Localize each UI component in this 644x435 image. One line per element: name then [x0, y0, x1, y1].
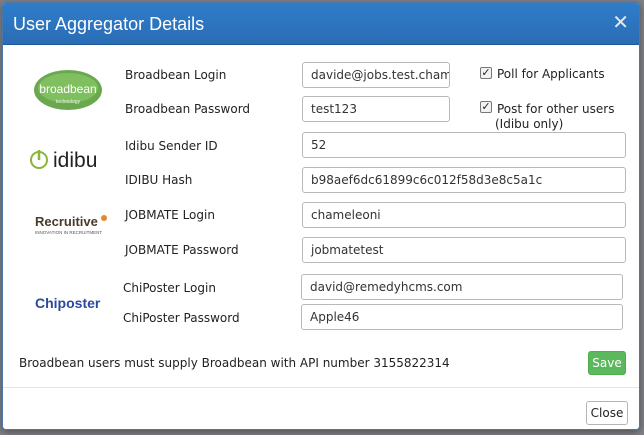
save-button[interactable]: Save [588, 351, 626, 375]
broadbean-login-label: Broadbean Login [125, 68, 227, 82]
chiposter-logo-text: Chiposter [35, 295, 101, 311]
broadbean-logo-sub: technology [56, 99, 81, 105]
recruitive-logo-sub: INNOVATION IN RECRUITMENT [35, 230, 102, 235]
idibu-sender-id-label: Idibu Sender ID [125, 139, 218, 153]
chiposter-login-label: ChiPoster Login [123, 281, 216, 295]
chiposter-password-label: ChiPoster Password [123, 311, 240, 325]
jobmate-login-label: JOBMATE Login [125, 208, 215, 222]
modal-header: User Aggregator Details ✕ [3, 3, 639, 45]
broadbean-logo: broadbean technology [33, 69, 103, 116]
user-aggregator-modal: User Aggregator Details ✕ broadbean tech… [2, 2, 640, 430]
post-other-users-sublabel: (Idibu only) [495, 117, 564, 131]
close-button[interactable]: Close [586, 401, 628, 425]
close-icon[interactable]: ✕ [612, 12, 629, 34]
post-other-users-label: Post for other users [497, 102, 615, 116]
modal-footer: Close [3, 387, 639, 429]
idibu-logo: idibu [29, 146, 114, 179]
idibu-hash-label: IDIBU Hash [125, 173, 193, 187]
broadbean-logo-text: broadbean [39, 82, 96, 96]
recruitive-logo-text: Recruitive [35, 214, 98, 229]
chiposter-login-input[interactable]: david@remedyhcms.com [301, 274, 623, 300]
idibu-logo-text: idibu [53, 149, 97, 172]
broadbean-password-label: Broadbean Password [125, 102, 251, 116]
idibu-hash-input[interactable]: b98aef6dc61899c6c012f58d3e8c5a1c [302, 167, 626, 193]
jobmate-login-input[interactable]: chameleoni [302, 202, 626, 228]
broadbean-api-note: Broadbean users must supply Broadbean wi… [19, 356, 450, 370]
idibu-sender-id-input[interactable]: 52 [302, 132, 626, 158]
modal-title: User Aggregator Details [13, 14, 205, 34]
poll-applicants-label: Poll for Applicants [497, 67, 605, 81]
chiposter-password-input[interactable]: Apple46 [301, 304, 623, 330]
post-other-users-checkbox[interactable]: ✓ [480, 101, 492, 113]
jobmate-password-label: JOBMATE Password [125, 243, 239, 257]
chiposter-logo: Chiposter [35, 292, 105, 319]
broadbean-password-input[interactable]: test123 [302, 96, 450, 122]
recruitive-logo: Recruitive INNOVATION IN RECRUITMENT [35, 211, 109, 242]
jobmate-password-input[interactable]: jobmatetest [302, 237, 626, 263]
poll-applicants-checkbox[interactable]: ✓ [480, 67, 492, 79]
broadbean-login-input[interactable]: davide@jobs.test.cham [302, 62, 450, 88]
